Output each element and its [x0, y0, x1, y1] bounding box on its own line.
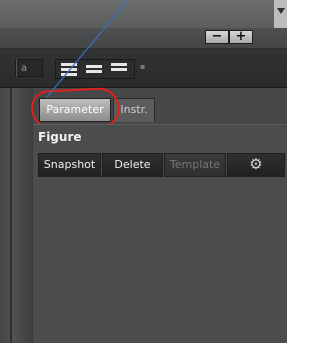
font-field[interactable]: a: [15, 59, 43, 77]
parameter-content: Figure Snapshot Delete Template ⚙: [33, 124, 287, 343]
align-center-icon[interactable]: [83, 61, 105, 77]
inspector-panel: Instr. Parameter Figure Snapshot Delete …: [30, 86, 287, 343]
delete-button[interactable]: Delete: [102, 153, 163, 177]
plus-button[interactable]: +: [229, 30, 253, 44]
snapshot-button[interactable]: Snapshot: [38, 153, 101, 177]
tab-instr[interactable]: Instr.: [113, 98, 155, 122]
left-gutter: [0, 88, 33, 343]
scroll-down-button[interactable]: [274, 0, 287, 28]
align-button-group: [55, 59, 135, 79]
gear-icon: ⚙: [249, 155, 263, 173]
chevron-down-icon: [277, 8, 285, 14]
gutter-divider: [10, 88, 12, 343]
figure-button-row: Snapshot Delete Template ⚙: [38, 153, 285, 177]
more-indicator: ▪: [140, 62, 146, 71]
toolbar-divider: [16, 59, 17, 77]
template-button[interactable]: Template: [164, 153, 226, 177]
tab-bar: Instr. Parameter: [30, 86, 287, 131]
align-right-icon[interactable]: [108, 61, 130, 77]
section-title: Figure: [38, 130, 82, 144]
minus-button[interactable]: −: [205, 30, 229, 44]
panel-header: − +: [0, 28, 287, 49]
title-bar: [0, 0, 287, 28]
app-window: − + a ▪ Instr. Parameter Figure Snapshot…: [0, 0, 287, 343]
text-toolbar: a ▪: [0, 49, 287, 88]
settings-button[interactable]: ⚙: [227, 153, 285, 177]
align-left-icon[interactable]: [58, 61, 80, 77]
